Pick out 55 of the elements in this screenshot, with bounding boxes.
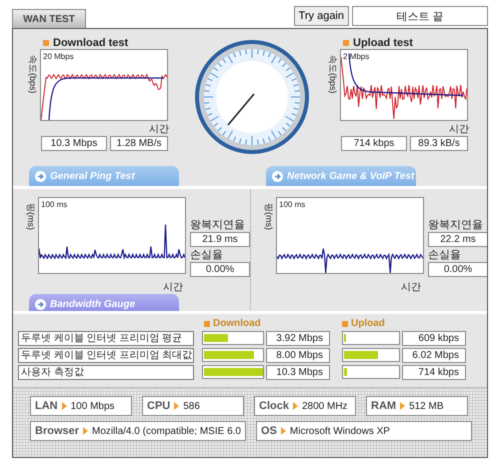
info-value: 2800 MHz bbox=[302, 400, 348, 412]
row-label: 두루넷 케이블 인터넷 프리미엄 최대값 bbox=[18, 348, 194, 363]
speed-value: 10.3 Mbps bbox=[266, 365, 330, 380]
column-header: Download bbox=[213, 318, 261, 329]
info-label: Browser bbox=[35, 425, 80, 437]
latency-label: 왕복지연율 bbox=[190, 219, 246, 232]
wan-test-tab[interactable]: WAN TEST bbox=[12, 9, 86, 28]
axis-label: 시간 bbox=[401, 282, 421, 293]
scale-label: 2 Mbps bbox=[343, 52, 370, 61]
axis-label: 시간 bbox=[149, 124, 169, 135]
section-tab[interactable]: Network Game & VoIP Test bbox=[266, 166, 416, 186]
speed-value: 8.00 Mbps bbox=[266, 348, 330, 363]
rate-value: 10.3 Mbps bbox=[41, 136, 107, 151]
status-field: 테스트 끝 bbox=[352, 6, 488, 26]
scale-label: 20 Mbps bbox=[43, 52, 74, 61]
column-header: Upload bbox=[351, 318, 385, 329]
info-value: 586 bbox=[183, 400, 200, 412]
throughput-value: 1.28 MB/s bbox=[110, 136, 168, 151]
info-label: LAN bbox=[35, 400, 58, 412]
info-value: 100 Mbps bbox=[70, 400, 115, 412]
latency-value: 22.2 ms bbox=[428, 232, 487, 247]
scale-label: 100 ms bbox=[41, 200, 68, 209]
rate-value: 714 kbps bbox=[341, 136, 407, 151]
scale-label: 100 ms bbox=[279, 200, 306, 209]
chart-title: Download test bbox=[53, 37, 128, 49]
info-value: Mozilla/4.0 (compatible; MSIE 6.0 bbox=[92, 426, 241, 436]
try-again-button[interactable]: Try again bbox=[294, 6, 349, 26]
axis-label: 속도(bps) bbox=[327, 55, 338, 94]
loss-value: 0.00% bbox=[428, 262, 487, 277]
chart-title: Upload test bbox=[353, 37, 413, 49]
section-tab[interactable]: General Ping Test bbox=[29, 166, 179, 186]
speed-value: 714 kbps bbox=[402, 365, 466, 380]
info-label: CPU bbox=[147, 400, 170, 412]
info-value: 512 MB bbox=[409, 400, 444, 412]
row-label: 사용자 측정값 bbox=[18, 365, 194, 380]
axis-label: 시간 bbox=[449, 124, 469, 135]
row-label: 두루넷 케이블 인터넷 프리미엄 평균 bbox=[18, 331, 194, 346]
section-tab[interactable]: Bandwidth Gauge bbox=[29, 294, 179, 311]
latency-label: 왕복지연율 bbox=[428, 219, 484, 232]
loss-label: 손실율 bbox=[428, 249, 462, 262]
axis-label: 속도(bps) bbox=[27, 55, 38, 94]
latency-value: 21.9 ms bbox=[190, 232, 250, 247]
axis-label: 핑(ms) bbox=[25, 203, 36, 230]
loss-value: 0.00% bbox=[190, 262, 250, 277]
speed-value: 609 kbps bbox=[402, 331, 466, 346]
loss-label: 손실율 bbox=[190, 249, 224, 262]
info-label: Clock bbox=[259, 400, 289, 412]
info-label: OS bbox=[261, 425, 277, 437]
axis-label: 시간 bbox=[163, 282, 183, 293]
throughput-value: 89.3 kB/s bbox=[410, 136, 468, 151]
speed-value: 6.02 Mbps bbox=[402, 348, 466, 363]
info-value: Microsoft Windows XP bbox=[290, 426, 390, 436]
speed-value: 3.92 Mbps bbox=[266, 331, 330, 346]
info-label: RAM bbox=[371, 400, 396, 412]
axis-label: 핑(ms) bbox=[263, 203, 274, 230]
